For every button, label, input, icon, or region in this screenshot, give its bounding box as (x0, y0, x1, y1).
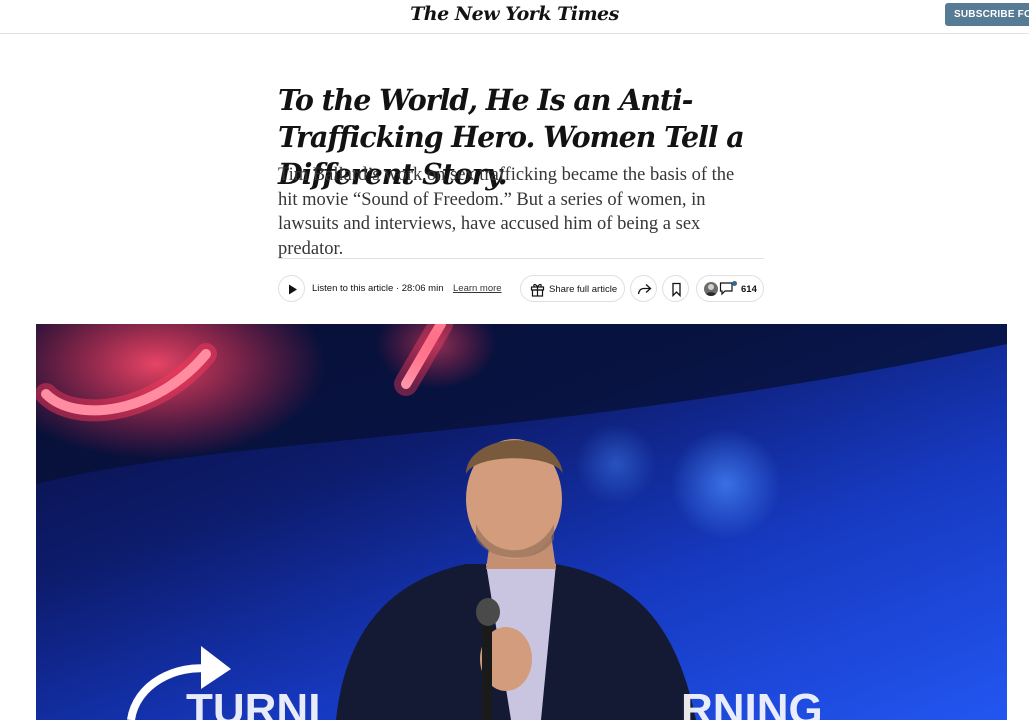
subscribe-button[interactable]: SUBSCRIBE FOR (945, 3, 1029, 26)
stage-text-left: TURNI (186, 685, 320, 720)
share-button[interactable] (630, 275, 657, 302)
stage-text-right: RNING (681, 685, 823, 720)
comments-button[interactable]: 614 (696, 275, 764, 302)
commenter-avatar (704, 282, 718, 296)
listen-label: Listen to this article · 28:06 min (312, 283, 444, 294)
divider (278, 258, 764, 259)
play-icon (289, 284, 297, 295)
lead-photo-illustration: TURNI RNING (36, 324, 1007, 720)
save-bookmark-button[interactable] (662, 275, 689, 302)
article-summary: Tim Ballard’s work on sex trafficking be… (278, 165, 735, 259)
new-comments-dot (732, 281, 737, 286)
share-full-label: Share full article (549, 284, 618, 295)
share-arrow-icon (637, 284, 652, 295)
top-bar: The New York Times SUBSCRIBE FOR (0, 0, 1029, 34)
learn-more-link[interactable]: Learn more (453, 283, 502, 294)
masthead-logo[interactable]: The New York Times (0, 3, 1029, 25)
bookmark-icon (672, 282, 681, 297)
share-full-article-button[interactable]: Share full article (520, 275, 625, 302)
gift-icon (530, 283, 545, 297)
listen-play-button[interactable] (278, 275, 305, 302)
lead-photo: TURNI RNING (36, 324, 1007, 720)
comment-count: 614 (741, 284, 757, 295)
